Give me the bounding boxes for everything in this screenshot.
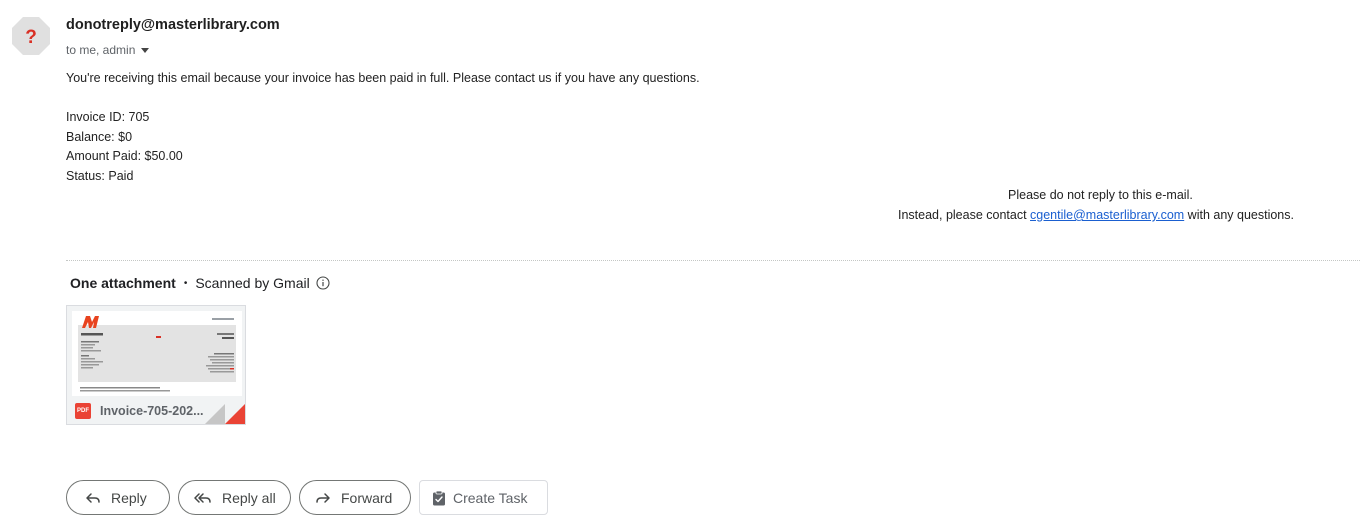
unknown-sender-icon: ? bbox=[12, 17, 50, 55]
separator-dot: • bbox=[183, 277, 188, 289]
forward-button[interactable]: Forward bbox=[299, 480, 411, 515]
contact-prefix: Instead, please contact bbox=[898, 208, 1031, 222]
balance-line: Balance: $0 bbox=[66, 130, 133, 144]
reply-all-button[interactable]: Reply all bbox=[178, 480, 291, 515]
reply-icon bbox=[86, 492, 100, 503]
attachment-count: One attachment bbox=[70, 275, 176, 291]
recipients-dropdown[interactable]: to me, admin bbox=[66, 43, 150, 57]
info-icon[interactable] bbox=[316, 276, 330, 290]
chevron-down-icon bbox=[141, 48, 150, 53]
amount-paid-line: Amount Paid: $50.00 bbox=[66, 149, 183, 163]
svg-text:?: ? bbox=[25, 27, 37, 48]
invoice-id-line: Invoice ID: 705 bbox=[66, 110, 150, 124]
create-task-button[interactable]: Create Task bbox=[419, 480, 548, 515]
reply-label: Reply bbox=[111, 489, 147, 506]
recipients-label: to me, admin bbox=[66, 43, 136, 57]
contact-suffix: with any questions. bbox=[1184, 208, 1294, 222]
no-reply-notice: Please do not reply to this e-mail. bbox=[1008, 188, 1193, 202]
reply-all-icon bbox=[194, 492, 211, 503]
attachment-card[interactable]: PDF Invoice-705-202... bbox=[66, 305, 246, 425]
contact-notice: Instead, please contact cgentile@masterl… bbox=[898, 208, 1294, 222]
status-line: Status: Paid bbox=[66, 169, 134, 183]
attachments-divider bbox=[66, 260, 1360, 261]
pdf-icon: PDF bbox=[75, 403, 91, 419]
forward-label: Forward bbox=[341, 489, 393, 506]
attachments-header: One attachment • Scanned by Gmail bbox=[70, 275, 330, 291]
clipboard-task-icon bbox=[433, 490, 445, 505]
file-fold-corner bbox=[205, 404, 245, 424]
reply-all-label: Reply all bbox=[222, 489, 276, 506]
forward-icon bbox=[316, 492, 330, 503]
sender-avatar[interactable]: ? bbox=[11, 16, 51, 56]
reply-button[interactable]: Reply bbox=[66, 480, 170, 515]
contact-email-link[interactable]: cgentile@masterlibrary.com bbox=[1030, 208, 1184, 222]
email-intro: You're receiving this email because your… bbox=[66, 71, 700, 85]
sender-email: donotreply@masterlibrary.com bbox=[66, 17, 280, 33]
scan-status: Scanned by Gmail bbox=[195, 275, 310, 291]
attachment-file-name: Invoice-705-202... bbox=[100, 404, 204, 418]
attachment-preview bbox=[72, 311, 242, 396]
create-task-label: Create Task bbox=[453, 489, 528, 506]
